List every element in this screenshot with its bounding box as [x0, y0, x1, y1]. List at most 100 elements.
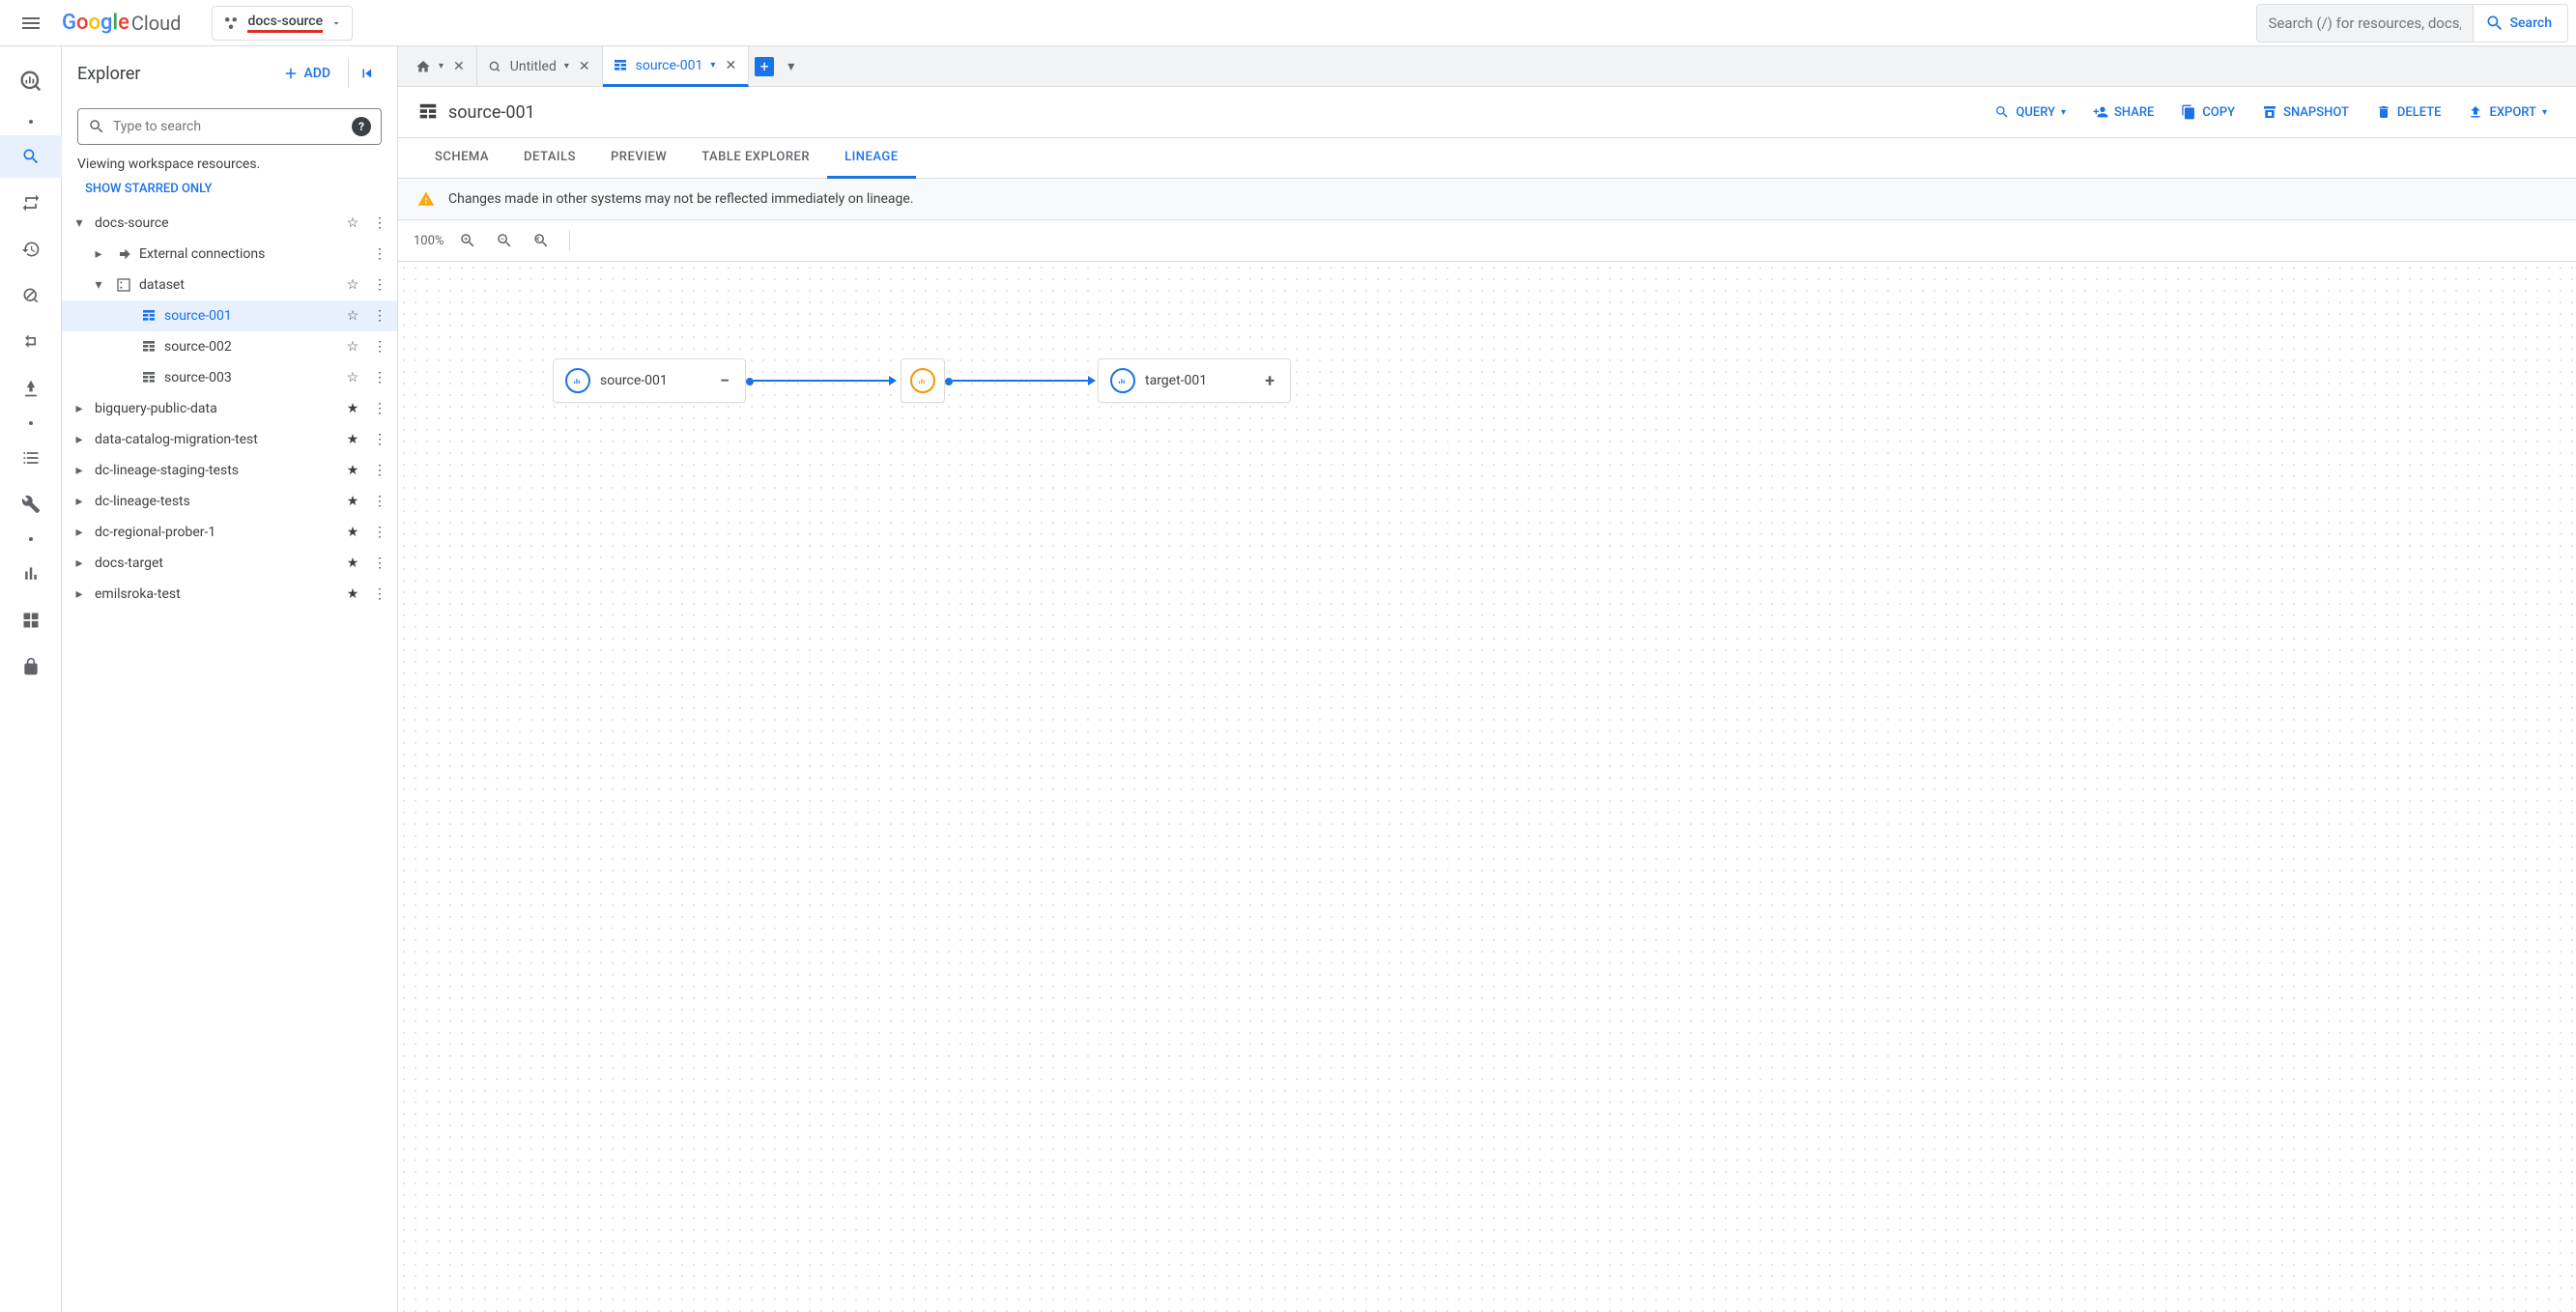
tree-data-catalog[interactable]: ▸ data-catalog-migration-test ★ ⋮: [62, 424, 397, 455]
zoom-in-button[interactable]: [455, 228, 480, 253]
chevron-down-icon[interactable]: ▾: [439, 61, 444, 71]
more-icon[interactable]: ⋮: [370, 246, 389, 262]
star-filled-icon[interactable]: ★: [341, 556, 364, 571]
rail-bigquery-icon[interactable]: [12, 62, 50, 100]
star-filled-icon[interactable]: ★: [341, 401, 364, 416]
zoom-out-button[interactable]: [492, 228, 517, 253]
chevron-right-icon[interactable]: ▸: [70, 586, 89, 602]
tree-dc-tests[interactable]: ▸ dc-lineage-tests ★ ⋮: [62, 486, 397, 517]
lineage-node-process[interactable]: [901, 358, 945, 403]
more-icon[interactable]: ⋮: [370, 463, 389, 478]
rail-analytics[interactable]: [8, 274, 54, 317]
star-filled-icon[interactable]: ★: [341, 463, 364, 478]
chevron-down-icon[interactable]: ▾: [89, 277, 108, 293]
lineage-node-source[interactable]: source-001 −: [553, 358, 746, 403]
subtab-details[interactable]: DETAILS: [506, 138, 593, 178]
chevron-down-icon[interactable]: ▾: [710, 60, 715, 71]
collapse-icon[interactable]: −: [716, 371, 733, 391]
new-tab-menu[interactable]: ▾: [780, 46, 802, 86]
share-button[interactable]: SHARE: [2083, 99, 2163, 126]
more-icon[interactable]: ⋮: [370, 308, 389, 324]
more-icon[interactable]: ⋮: [370, 525, 389, 540]
copy-button[interactable]: COPY: [2171, 99, 2245, 126]
more-icon[interactable]: ⋮: [370, 215, 389, 231]
new-tab-button[interactable]: +: [749, 46, 780, 86]
tree-external-connections[interactable]: ▸ External connections ⋮: [62, 239, 397, 270]
chevron-right-icon[interactable]: ▸: [70, 401, 89, 416]
tree-docs-target[interactable]: ▸ docs-target ★ ⋮: [62, 548, 397, 579]
tree-dataset[interactable]: ▾ dataset ☆ ⋮: [62, 270, 397, 300]
explorer-search-input[interactable]: [113, 119, 344, 134]
more-icon[interactable]: ⋮: [370, 432, 389, 447]
chevron-right-icon[interactable]: ▸: [70, 525, 89, 540]
hamburger-menu[interactable]: [8, 0, 54, 46]
chevron-right-icon[interactable]: ▸: [89, 246, 108, 262]
tree-source-003[interactable]: source-003 ☆ ⋮: [62, 362, 397, 393]
subtab-lineage[interactable]: LINEAGE: [827, 138, 916, 179]
zoom-reset-button[interactable]: [529, 228, 554, 253]
show-starred-link[interactable]: SHOW STARRED ONLY: [62, 176, 397, 208]
more-icon[interactable]: ⋮: [370, 339, 389, 355]
subtab-schema[interactable]: SCHEMA: [417, 138, 506, 178]
search-button[interactable]: Search: [2470, 4, 2568, 43]
star-outline-icon[interactable]: ☆: [341, 308, 364, 324]
more-icon[interactable]: ⋮: [370, 277, 389, 293]
star-filled-icon[interactable]: ★: [341, 586, 364, 602]
more-icon[interactable]: ⋮: [370, 586, 389, 602]
lineage-node-target[interactable]: target-001 +: [1098, 358, 1291, 403]
tab-source-001[interactable]: source-001 ▾ ✕: [603, 46, 750, 87]
chevron-down-icon[interactable]: ▾: [70, 215, 89, 231]
star-outline-icon[interactable]: ☆: [341, 277, 364, 293]
star-outline-icon[interactable]: ☆: [341, 215, 364, 231]
more-icon[interactable]: ⋮: [370, 370, 389, 385]
star-outline-icon[interactable]: ☆: [341, 370, 364, 385]
tree-source-002[interactable]: source-002 ☆ ⋮: [62, 331, 397, 362]
tree-emilsroka[interactable]: ▸ emilsroka-test ★ ⋮: [62, 579, 397, 610]
expand-icon[interactable]: +: [1261, 371, 1278, 391]
close-icon[interactable]: ✕: [451, 57, 467, 76]
project-selector[interactable]: docs-source: [212, 6, 353, 41]
add-button[interactable]: ADD: [274, 59, 338, 88]
rail-migration[interactable]: [8, 321, 54, 363]
rail-list[interactable]: [8, 437, 54, 479]
tree-bigquery-public[interactable]: ▸ bigquery-public-data ★ ⋮: [62, 393, 397, 424]
chevron-down-icon[interactable]: ▾: [564, 61, 569, 71]
lineage-canvas[interactable]: source-001 − target-001: [398, 262, 2576, 1312]
chevron-right-icon[interactable]: ▸: [70, 494, 89, 509]
snapshot-button[interactable]: SNAPSHOT: [2252, 99, 2359, 126]
chevron-right-icon[interactable]: ▸: [70, 556, 89, 571]
collapse-panel-button[interactable]: [348, 59, 382, 88]
tree-source-001[interactable]: source-001 ☆ ⋮: [62, 300, 397, 331]
query-button[interactable]: QUERY ▾: [1985, 99, 2075, 126]
more-icon[interactable]: ⋮: [370, 556, 389, 571]
export-button[interactable]: EXPORT ▾: [2458, 99, 2557, 126]
global-search[interactable]: [2256, 4, 2474, 43]
rail-search[interactable]: [0, 135, 62, 178]
subtab-preview[interactable]: PREVIEW: [593, 138, 684, 178]
tab-untitled[interactable]: Untitled ▾ ✕: [477, 46, 603, 86]
google-cloud-logo[interactable]: Google Cloud: [62, 11, 181, 35]
close-icon[interactable]: ✕: [723, 56, 738, 75]
delete-button[interactable]: DELETE: [2366, 99, 2451, 126]
rail-share[interactable]: [8, 367, 54, 410]
rail-settings[interactable]: [8, 483, 54, 526]
rail-capacity[interactable]: [8, 599, 54, 642]
tree-dc-regional[interactable]: ▸ dc-regional-prober-1 ★ ⋮: [62, 517, 397, 548]
help-icon[interactable]: ?: [352, 117, 371, 136]
search-input[interactable]: [2269, 14, 2461, 32]
star-filled-icon[interactable]: ★: [341, 525, 364, 540]
rail-transfers[interactable]: [8, 182, 54, 224]
tab-home[interactable]: ▾ ✕: [406, 46, 477, 86]
rail-monitoring[interactable]: [8, 553, 54, 595]
chevron-right-icon[interactable]: ▸: [70, 463, 89, 478]
chevron-right-icon[interactable]: ▸: [70, 432, 89, 447]
star-outline-icon[interactable]: ☆: [341, 339, 364, 355]
more-icon[interactable]: ⋮: [370, 401, 389, 416]
more-icon[interactable]: ⋮: [370, 494, 389, 509]
rail-scheduled[interactable]: [8, 228, 54, 271]
close-icon[interactable]: ✕: [577, 57, 592, 76]
rail-bi-engine[interactable]: [8, 645, 54, 688]
tree-dc-staging[interactable]: ▸ dc-lineage-staging-tests ★ ⋮: [62, 455, 397, 486]
tree-project-docs-source[interactable]: ▾ docs-source ☆ ⋮: [62, 208, 397, 239]
star-filled-icon[interactable]: ★: [341, 494, 364, 509]
